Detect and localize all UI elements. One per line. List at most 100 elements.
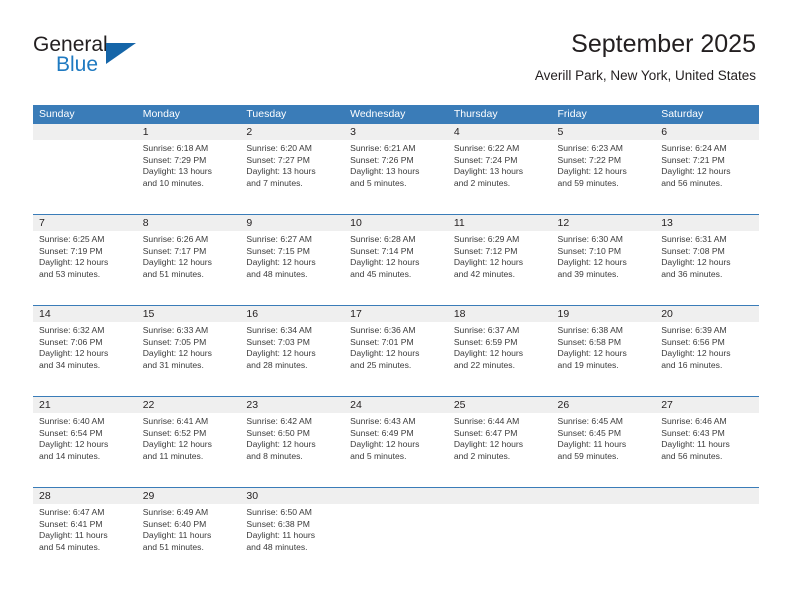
day-detail-line: Daylight: 13 hours — [246, 166, 316, 177]
day-number[interactable]: 1 — [137, 124, 241, 140]
day-sun-details: Sunrise: 6:39 AM Sunset: 6:56 PM Daylight:… — [655, 322, 759, 396]
day-detail-line: Sunset: 7:03 PM — [246, 336, 310, 347]
day-of-week-header: Thursday — [453, 108, 498, 120]
day-detail-line: Sunrise: 6:32 AM — [39, 325, 105, 335]
day-number[interactable]: 12 — [552, 215, 656, 231]
week-detail-band: Sunrise: 6:18 AM Sunset: 7:29 PM Daylight:… — [33, 140, 759, 214]
day-detail-line: Sunrise: 6:30 AM — [557, 234, 623, 244]
day-detail-line: Sunset: 7:12 PM — [453, 245, 518, 256]
day-detail-line: Sunset: 7:19 PM — [39, 245, 103, 256]
day-detail-line: Sunrise: 6:41 AM — [142, 416, 209, 426]
day-detail-line: Sunrise: 6:27 AM — [246, 234, 312, 244]
day-detail-line: and 53 minutes. — [39, 268, 101, 279]
day-number[interactable]: 4 — [448, 124, 552, 140]
day-number[interactable]: 22 — [137, 397, 241, 413]
day-number[interactable]: 10 — [344, 215, 448, 231]
day-detail-line: Sunrise: 6:20 AM — [246, 143, 312, 153]
day-number[interactable]: 11 — [448, 215, 552, 231]
day-number[interactable]: 30 — [240, 488, 344, 504]
day-number[interactable]: 19 — [552, 306, 656, 322]
day-detail-line: and 5 minutes. — [350, 450, 407, 461]
day-detail-line: and 42 minutes. — [453, 268, 515, 279]
day-detail-line: and 2 minutes. — [453, 177, 511, 188]
day-number[interactable]: 18 — [448, 306, 552, 322]
day-sun-details: Sunrise: 6:26 AM Sunset: 7:17 PM Daylight:… — [137, 231, 241, 305]
calendar-week-row: 28 29 30 Sunrise: 6:47 AM Sunset: 6:41 PM Day… — [33, 487, 759, 578]
empty-day-details — [448, 504, 552, 578]
day-number[interactable]: 3 — [344, 124, 448, 140]
day-detail-line: Sunset: 7:17 PM — [142, 245, 207, 256]
day-detail-line: and 36 minutes. — [661, 268, 723, 279]
day-number[interactable]: 5 — [552, 124, 656, 140]
day-detail-line: and 59 minutes. — [557, 450, 619, 461]
day-detail-line: Sunset: 7:21 PM — [661, 154, 725, 165]
empty-day-cell — [448, 488, 552, 504]
day-number[interactable]: 2 — [240, 124, 344, 140]
day-detail-line: Sunset: 7:01 PM — [350, 336, 414, 347]
day-detail-line: Sunrise: 6:43 AM — [350, 416, 416, 426]
day-detail-line: Sunset: 6:52 PM — [142, 427, 207, 438]
empty-day-details — [344, 504, 448, 578]
general-blue-logo[interactable]: General Blue — [33, 33, 163, 79]
day-sun-details: Sunrise: 6:46 AM Sunset: 6:43 PM Daylight:… — [655, 413, 759, 487]
day-number[interactable]: 28 — [33, 488, 137, 504]
day-number[interactable]: 14 — [33, 306, 137, 322]
day-number[interactable]: 7 — [33, 215, 137, 231]
empty-day-details — [33, 140, 137, 214]
empty-day-details — [655, 504, 759, 578]
day-detail-line: Sunset: 7:10 PM — [557, 245, 622, 256]
day-number[interactable]: 13 — [655, 215, 759, 231]
day-detail-line: Daylight: 12 hours — [661, 257, 731, 268]
day-detail-line: and 10 minutes. — [142, 177, 204, 188]
day-number[interactable]: 6 — [655, 124, 759, 140]
day-number[interactable]: 26 — [552, 397, 656, 413]
day-number[interactable]: 23 — [240, 397, 344, 413]
day-number[interactable]: 25 — [448, 397, 552, 413]
week-date-band: 7 8 9 10 11 12 13 — [33, 215, 759, 231]
day-detail-line: Sunrise: 6:25 AM — [39, 234, 105, 244]
day-detail-line: Sunset: 7:22 PM — [557, 154, 622, 165]
day-number[interactable]: 17 — [344, 306, 448, 322]
day-detail-line: Sunrise: 6:18 AM — [142, 143, 209, 153]
page-header: General Blue September 2025 Averill Park… — [0, 0, 792, 100]
day-number[interactable]: 9 — [240, 215, 344, 231]
day-detail-line: and 11 minutes. — [142, 450, 204, 461]
day-detail-line: Daylight: 12 hours — [142, 439, 212, 450]
day-detail-line: and 48 minutes. — [246, 268, 308, 279]
day-detail-line: Sunrise: 6:23 AM — [557, 143, 623, 153]
day-detail-line: Sunset: 6:47 PM — [453, 427, 518, 438]
day-detail-line: Sunset: 6:56 PM — [661, 336, 725, 347]
empty-day-cell — [33, 124, 137, 140]
day-number[interactable]: 24 — [344, 397, 448, 413]
day-detail-line: Sunset: 6:49 PM — [350, 427, 414, 438]
week-date-band: 14 15 16 17 18 19 20 — [33, 306, 759, 322]
day-of-week-header: Saturday — [661, 108, 704, 120]
day-sun-details: Sunrise: 6:50 AM Sunset: 6:38 PM Daylight:… — [240, 504, 344, 578]
day-detail-line: Sunrise: 6:44 AM — [453, 416, 520, 426]
day-detail-line: Sunset: 7:14 PM — [350, 245, 414, 256]
day-detail-line: Sunrise: 6:37 AM — [453, 325, 520, 335]
day-number[interactable]: 15 — [137, 306, 241, 322]
day-number[interactable]: 8 — [137, 215, 241, 231]
day-number[interactable]: 21 — [33, 397, 137, 413]
title-block: September 2025 Averill Park, New York, U… — [535, 28, 756, 85]
day-number[interactable]: 16 — [240, 306, 344, 322]
empty-day-cell — [552, 488, 656, 504]
day-detail-line: Daylight: 13 hours — [350, 166, 420, 177]
day-detail-line: and 16 minutes. — [661, 359, 723, 370]
week-date-band: 21 22 23 24 25 26 27 — [33, 397, 759, 413]
day-sun-details: Sunrise: 6:49 AM Sunset: 6:40 PM Daylight:… — [137, 504, 241, 578]
day-number[interactable]: 27 — [655, 397, 759, 413]
day-number[interactable]: 20 — [655, 306, 759, 322]
day-detail-line: and 8 minutes. — [246, 450, 303, 461]
day-detail-line: and 51 minutes. — [142, 541, 204, 552]
day-sun-details: Sunrise: 6:36 AM Sunset: 7:01 PM Daylight:… — [344, 322, 448, 396]
day-sun-details: Sunrise: 6:25 AM Sunset: 7:19 PM Daylight:… — [33, 231, 137, 305]
day-detail-line: Sunset: 6:40 PM — [142, 518, 207, 529]
day-detail-line: Daylight: 12 hours — [350, 257, 420, 268]
day-number[interactable]: 29 — [137, 488, 241, 504]
day-detail-line: and 56 minutes. — [661, 177, 723, 188]
day-detail-line: Daylight: 12 hours — [453, 257, 524, 268]
day-detail-line: Sunrise: 6:33 AM — [142, 325, 209, 335]
day-sun-details: Sunrise: 6:34 AM Sunset: 7:03 PM Daylight:… — [240, 322, 344, 396]
